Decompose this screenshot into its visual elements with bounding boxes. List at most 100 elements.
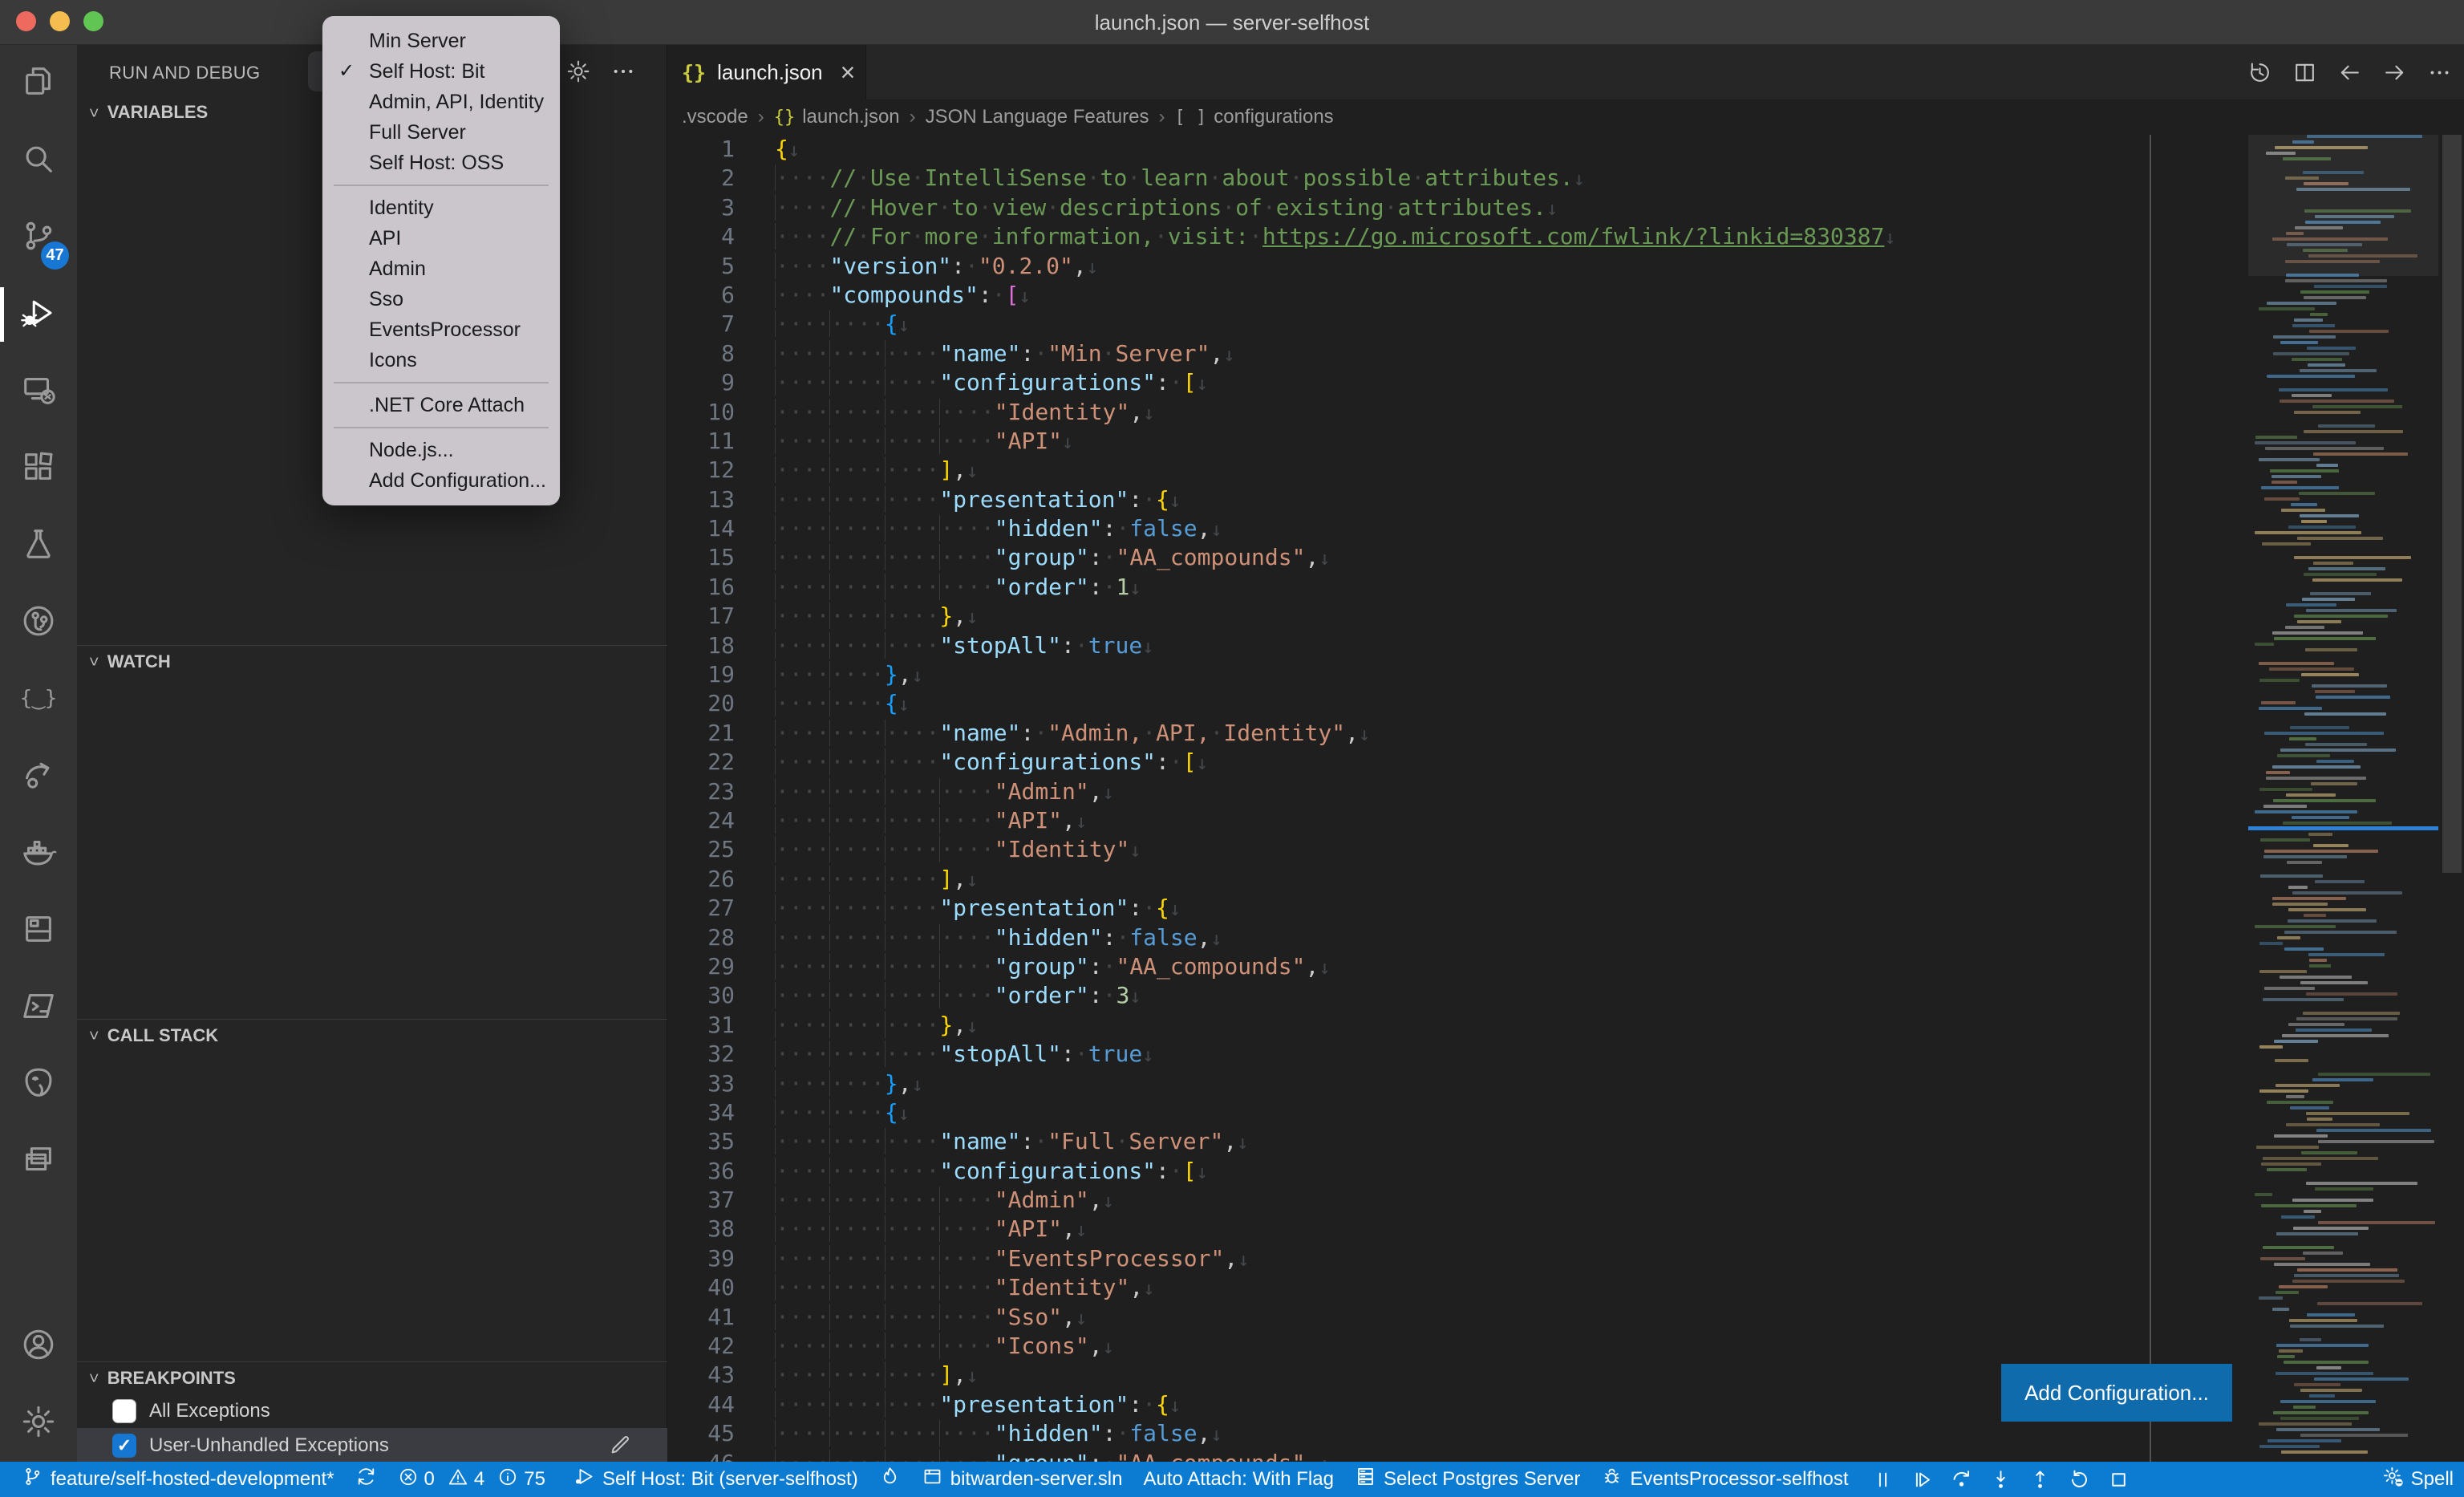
line-number[interactable]: 45 (667, 1419, 735, 1448)
line-number[interactable]: 11 (667, 427, 735, 456)
restart-icon[interactable] (2063, 1463, 2095, 1495)
code-line[interactable]: 38················"API",↓ (667, 1215, 2247, 1243)
statusbar-item-flame[interactable] (869, 1462, 911, 1497)
line-number[interactable]: 32 (667, 1040, 735, 1069)
menu-item-min-server[interactable]: Min Server (322, 26, 560, 56)
breadcrumb-item-configurations[interactable]: [ ]configurations (1174, 106, 1333, 128)
code-line[interactable]: 2····//·Use·IntelliSense·to·learn·about·… (667, 164, 2247, 193)
menu-item--net-core-attach[interactable]: .NET Core Attach (322, 390, 560, 420)
activitybar-item-terminal[interactable] (0, 969, 77, 1046)
step-into-icon[interactable] (1984, 1463, 2016, 1495)
statusbar-item-feature-self-hosted-development-[interactable]: feature/self-hosted-development* (11, 1462, 345, 1497)
code-line[interactable]: 40················"Identity",↓ (667, 1273, 2247, 1302)
close-tab-icon[interactable]: × (841, 58, 856, 87)
code-line[interactable]: 1{↓ (667, 135, 2247, 164)
line-number[interactable]: 43 (667, 1361, 735, 1389)
line-number[interactable]: 24 (667, 806, 735, 835)
line-number[interactable]: 33 (667, 1069, 735, 1098)
line-number[interactable]: 17 (667, 602, 735, 631)
line-number[interactable]: 15 (667, 543, 735, 572)
activitybar-item-storage[interactable] (0, 892, 77, 969)
code-line[interactable]: 7········{↓ (667, 310, 2247, 339)
code-line[interactable]: 23················"Admin",↓ (667, 777, 2247, 806)
code-line[interactable]: 27············"presentation":·{↓ (667, 894, 2247, 923)
code-line[interactable]: 35············"name":·"Full·Server",↓ (667, 1127, 2247, 1156)
menu-item-add-configuration-[interactable]: Add Configuration... (322, 465, 560, 496)
activitybar-item-docker[interactable] (0, 815, 77, 892)
line-number[interactable]: 39 (667, 1244, 735, 1273)
section-header-watch[interactable]: >WATCH (77, 645, 667, 677)
menu-item-self-host-bit[interactable]: ✓Self Host: Bit (322, 56, 560, 87)
scrollbar-slider[interactable] (2442, 135, 2462, 873)
code-line[interactable]: 15················"group":·"AA_compounds… (667, 543, 2247, 572)
code-line[interactable]: 8············"name":·"Min·Server",↓ (667, 339, 2247, 368)
activitybar-item-extensions[interactable] (0, 430, 77, 507)
line-number[interactable]: 38 (667, 1215, 735, 1243)
line-number[interactable]: 10 (667, 398, 735, 427)
code-line[interactable]: 19········},↓ (667, 660, 2247, 689)
code-line[interactable]: 11················"API"↓ (667, 427, 2247, 456)
line-number[interactable]: 40 (667, 1273, 735, 1302)
statusbar-item-eventsprocessor-selfhost[interactable]: EventsProcessor-selfhost (1591, 1462, 1858, 1497)
activitybar-item-postgresql[interactable] (0, 1046, 77, 1123)
line-number[interactable]: 6 (667, 281, 735, 310)
menu-item-eventsprocessor[interactable]: EventsProcessor (322, 314, 560, 345)
statusbar-item-spell[interactable]: Spell (2372, 1462, 2464, 1497)
code-line[interactable]: 45················"hidden":·false,↓ (667, 1419, 2247, 1448)
menu-item-admin-api-identity[interactable]: Admin, API, Identity (322, 87, 560, 117)
line-number[interactable]: 31 (667, 1011, 735, 1040)
section-header-call-stack[interactable]: >CALL STACK (77, 1019, 667, 1051)
breakpoint-checkbox[interactable] (112, 1399, 136, 1423)
code-editor[interactable]: 1{↓2····//·Use·IntelliSense·to·learn·abo… (667, 135, 2247, 1478)
code-line[interactable]: 31············},↓ (667, 1011, 2247, 1040)
menu-item-self-host-oss[interactable]: Self Host: OSS (322, 148, 560, 178)
problems-indicator[interactable]: 0475 (387, 1462, 563, 1497)
editor-scrollbar[interactable] (2440, 135, 2464, 1462)
line-number[interactable]: 34 (667, 1098, 735, 1127)
line-number[interactable]: 7 (667, 310, 735, 339)
code-line[interactable]: 24················"API",↓ (667, 806, 2247, 835)
breadcrumb-item--vscode[interactable]: .vscode (682, 106, 748, 128)
activitybar-item-testing[interactable] (0, 507, 77, 584)
menu-item-sso[interactable]: Sso (322, 284, 560, 314)
line-number[interactable]: 8 (667, 339, 735, 368)
activitybar-item-gitlens[interactable] (0, 584, 77, 661)
section-header-breakpoints[interactable]: >BREAKPOINTS (77, 1361, 667, 1394)
step-over-icon[interactable] (1945, 1463, 1977, 1495)
code-line[interactable]: 20········{↓ (667, 689, 2247, 718)
line-number[interactable]: 30 (667, 981, 735, 1010)
code-line[interactable]: 36············"configurations":·[↓ (667, 1157, 2247, 1186)
code-line[interactable]: 9············"configurations":·[↓ (667, 368, 2247, 397)
line-number[interactable]: 12 (667, 456, 735, 485)
code-line[interactable]: 12············],↓ (667, 456, 2247, 485)
line-number[interactable]: 3 (667, 193, 735, 222)
activitybar-item-window-layouts[interactable] (0, 1123, 77, 1200)
activitybar-item-search[interactable] (0, 122, 77, 199)
line-number[interactable]: 9 (667, 368, 735, 397)
code-line[interactable]: 26············],↓ (667, 865, 2247, 894)
activitybar-item-explorer[interactable] (0, 45, 77, 122)
activitybar-item-run-and-debug[interactable] (0, 276, 77, 353)
activitybar-item-remote-explorer[interactable] (0, 353, 77, 430)
menu-item-node-js-[interactable]: Node.js... (322, 435, 560, 465)
code-line[interactable]: 16················"order":·1↓ (667, 573, 2247, 602)
line-number[interactable]: 1 (667, 135, 735, 164)
open-launch-json-gear-icon[interactable] (563, 56, 594, 87)
code-line[interactable]: 29················"group":·"AA_compounds… (667, 952, 2247, 981)
line-number[interactable]: 13 (667, 485, 735, 514)
code-line[interactable]: 32············"stopAll":·true↓ (667, 1040, 2247, 1069)
line-number[interactable]: 18 (667, 631, 735, 660)
breakpoint-checkbox[interactable]: ✓ (112, 1434, 136, 1458)
line-number[interactable]: 28 (667, 923, 735, 952)
code-line[interactable]: 25················"Identity"↓ (667, 835, 2247, 864)
edit-breakpoint-pencil-icon[interactable] (608, 1433, 632, 1457)
line-number[interactable]: 23 (667, 777, 735, 806)
menu-item-full-server[interactable]: Full Server (322, 117, 560, 148)
minimap[interactable] (2248, 135, 2438, 1455)
code-line[interactable]: 28················"hidden":·false,↓ (667, 923, 2247, 952)
line-number[interactable]: 29 (667, 952, 735, 981)
statusbar-item-sync[interactable] (345, 1462, 387, 1497)
line-number[interactable]: 22 (667, 748, 735, 777)
line-number[interactable]: 19 (667, 660, 735, 689)
activitybar-item-settings[interactable] (0, 1385, 77, 1462)
